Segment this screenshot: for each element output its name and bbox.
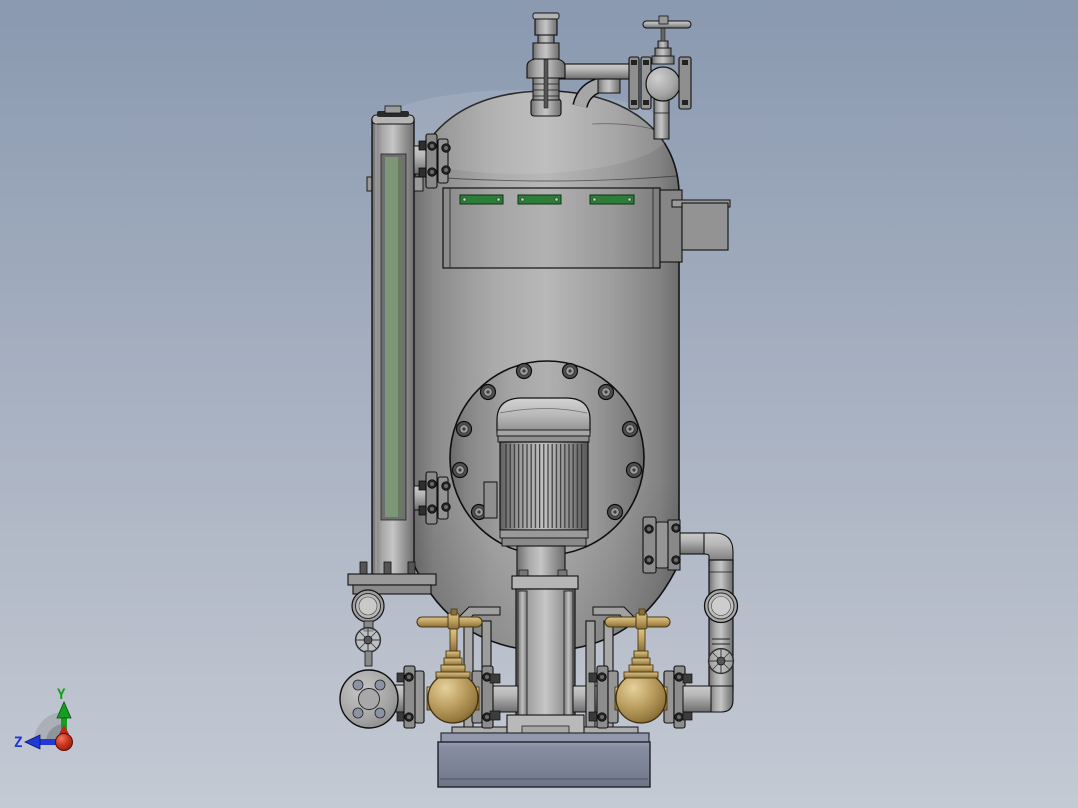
safety-valve-cap-top — [532, 12, 560, 20]
base-body — [437, 741, 651, 788]
origin-sphere[interactable] — [55, 733, 73, 751]
safety-valve-lever-rod — [543, 57, 549, 109]
column-post-right — [563, 590, 574, 718]
valve-body — [427, 672, 479, 724]
valve-stem — [637, 628, 646, 652]
globe-valve-body — [645, 66, 681, 102]
motor-base-band — [501, 537, 587, 547]
motor-band-top — [496, 429, 591, 437]
z-axis-label: Z — [14, 735, 22, 751]
junction-box-body — [681, 202, 729, 251]
pipe-small-valve[interactable] — [707, 647, 735, 675]
base-plate[interactable] — [437, 732, 651, 788]
drain-sight-glass — [351, 589, 385, 623]
valve-flange2 — [414, 670, 425, 724]
model-view[interactable]: Y Z — [0, 0, 1078, 808]
motor-fins — [503, 444, 585, 528]
discharge-nozzle-flange — [642, 516, 681, 574]
base-top-lip — [440, 732, 650, 743]
safety-valve-cap — [534, 16, 558, 36]
valve-body — [615, 672, 667, 724]
valve-bonnet-ring1 — [651, 55, 675, 65]
discharge-pipe-horizontal — [679, 532, 707, 555]
y-axis-label: Y — [57, 687, 66, 703]
discharge-elbow-bottom — [708, 685, 734, 713]
motor-cap — [496, 397, 591, 433]
drain-valve-stem — [364, 650, 373, 667]
blind-flange-boss — [358, 688, 380, 710]
valve-handwheel-hub — [447, 612, 460, 630]
cad-3d-viewport[interactable]: Y Z — [0, 0, 1078, 808]
valve-down-pipe — [653, 98, 670, 140]
suction-pipe-left — [490, 685, 519, 713]
valve-stem — [660, 26, 666, 42]
valve-handwheel-hub — [658, 15, 669, 25]
safety-valve-body — [532, 42, 560, 60]
gauge-glass-shade — [398, 157, 402, 517]
nameplate-panel[interactable] — [442, 187, 661, 269]
column-top-flange — [511, 575, 579, 590]
valve-handwheel-hub — [635, 612, 648, 630]
motor-terminal-box — [483, 481, 498, 519]
motor-band-top2 — [497, 435, 590, 443]
drain-valve-handwheel[interactable] — [354, 626, 382, 654]
column-post-left — [517, 590, 528, 718]
top-horizontal-pipe — [555, 63, 634, 80]
pump-column-assembly[interactable] — [511, 569, 579, 719]
green-nameplates — [459, 194, 635, 205]
gauge-top-knob — [384, 105, 402, 114]
blind-flange[interactable] — [339, 669, 399, 729]
valve-gland — [657, 40, 669, 49]
valve-bonnet-ring2 — [654, 47, 672, 57]
motor-band-bottom — [499, 529, 589, 539]
flow-sight-glass — [703, 588, 739, 624]
pipe-valve-to-elbow — [682, 685, 712, 713]
nameplate-3 — [589, 194, 635, 205]
valve-stem — [449, 628, 458, 652]
